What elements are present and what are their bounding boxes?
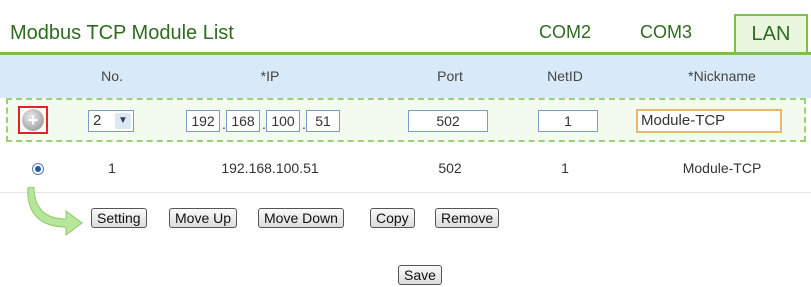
add-module-row: + 2 ▼ 192 . 168 . 100 . 51 502 1 Module-… — [6, 98, 806, 142]
port-input[interactable]: 502 — [408, 110, 488, 132]
plus-icon: + — [22, 109, 44, 131]
ip-octet-2[interactable]: 168 — [226, 110, 260, 132]
row-port: 502 — [438, 160, 462, 176]
col-ip: *IP — [260, 68, 280, 84]
netid-input[interactable]: 1 — [538, 110, 598, 132]
row-netid: 1 — [561, 160, 569, 176]
save-button[interactable]: Save — [398, 265, 442, 285]
col-no: No. — [101, 68, 123, 84]
tab-bar: COM2 COM3 LAN — [0, 14, 811, 52]
col-nickname: *Nickname — [688, 68, 756, 84]
ip-octet-4[interactable]: 51 — [306, 110, 340, 132]
tab-com3[interactable]: COM3 — [626, 22, 706, 43]
move-down-button[interactable]: Move Down — [258, 208, 344, 228]
tab-com2[interactable]: COM2 — [530, 22, 600, 43]
row-select-radio[interactable] — [32, 163, 44, 175]
setting-button[interactable]: Setting — [91, 208, 147, 228]
no-select[interactable]: 2 ▼ — [88, 110, 134, 132]
table-row: 1 192.168.100.51 502 1 Module-TCP — [0, 146, 811, 193]
ip-octet-3[interactable]: 100 — [266, 110, 300, 132]
row-nickname: Module-TCP — [682, 160, 762, 176]
remove-button[interactable]: Remove — [435, 208, 500, 228]
tab-lan[interactable]: LAN — [734, 14, 808, 52]
nickname-input[interactable]: Module-TCP — [636, 109, 782, 133]
col-port: Port — [437, 68, 463, 84]
col-netid: NetID — [547, 68, 583, 84]
chevron-down-icon: ▼ — [115, 113, 131, 129]
table-header: No. *IP Port NetID *Nickname — [0, 52, 811, 98]
add-button[interactable]: + — [18, 106, 48, 134]
row-no: 1 — [108, 160, 116, 176]
ip-octet-1[interactable]: 192 — [186, 110, 220, 132]
no-select-value: 2 — [93, 112, 102, 129]
row-ip: 192.168.100.51 — [221, 160, 319, 176]
curved-arrow-icon — [27, 187, 83, 236]
copy-button[interactable]: Copy — [370, 208, 415, 228]
move-up-button[interactable]: Move Up — [169, 208, 238, 228]
